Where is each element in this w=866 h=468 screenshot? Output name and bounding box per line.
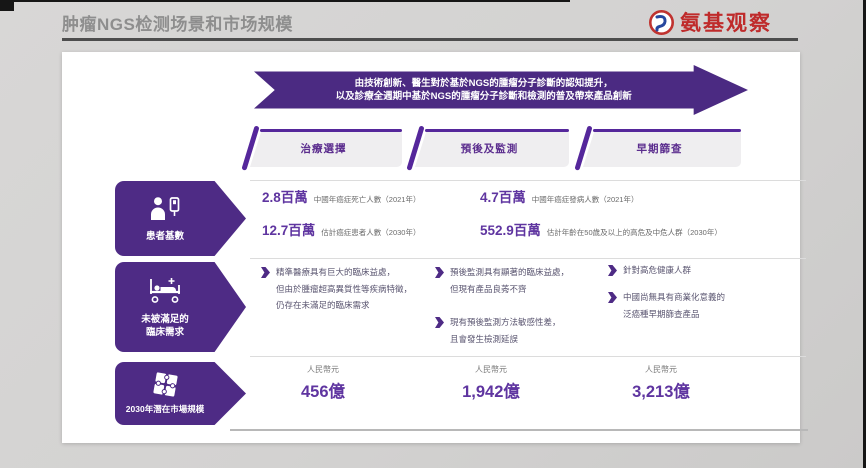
bullet-line: 精準醫療具有巨大的臨床益處， (276, 264, 412, 281)
brand-logo: 氨基观察 (648, 7, 772, 37)
bullet-line: 但現有產品良莠不齊 (450, 281, 569, 298)
bullet-arrow-icon (608, 292, 617, 303)
bullet-line: 泛癌種早期篩查產品 (623, 306, 725, 323)
bullet-high-risk-group: 針對高危健康人群 (608, 262, 778, 279)
stat-caption: 中國年癌症死亡人數（2021年） (314, 194, 421, 205)
row-divider (250, 258, 806, 259)
stat-value: 12.7百萬 (262, 219, 315, 239)
bullet-arrow-icon (608, 265, 617, 276)
currency-label: 人民幣元 (475, 364, 507, 375)
market-value: 3,213億 (632, 378, 690, 402)
stat-cancer-deaths: 2.8百萬 中國年癌症死亡人數（2021年） (262, 186, 420, 206)
row-label-unmet-needs: 未被滿足的 臨床需求 (115, 262, 246, 352)
row-divider (250, 356, 806, 357)
stat-cancer-incidence: 4.7百萬 中國年癌症發病人數（2021年） (480, 186, 638, 206)
tab-prognosis-monitoring: 預後及監測 (410, 129, 569, 167)
banner-line-2: 以及診療全週期中基於NGS的腫瘤分子診斷和檢測的普及帶來產品創新 (336, 90, 632, 103)
bullet-line: 預後監測具有顯著的臨床益處， (450, 264, 569, 281)
title-underline (62, 38, 798, 41)
stat-value: 2.8百萬 (262, 186, 308, 206)
market-value: 456億 (301, 378, 345, 402)
screen-edge-corner (0, 0, 14, 11)
market-value-screening: 人民幣元 3,213億 (596, 364, 726, 402)
row-label-text: 2030年潛在市場規模 (126, 403, 204, 416)
bullet-text: 現有預後監測方法敏感性差， 且會發生檢測延誤 (450, 314, 561, 347)
row-label-market-size: 2030年潛在市場規模 (115, 362, 246, 425)
bullet-arrow-icon (261, 267, 270, 278)
market-value: 1,942億 (462, 378, 520, 402)
bullet-prognosis-benefit: 預後監測具有顯著的臨床益處， 但現有產品良莠不齊 (435, 264, 603, 297)
bullet-line: 針對高危健康人群 (623, 262, 691, 279)
bullet-text: 精準醫療具有巨大的臨床益處， 但由於腫瘤超高異質性等疾病特徵， 仍存在未滿足的臨… (276, 264, 412, 314)
tab-early-screening: 早期篩查 (578, 129, 741, 167)
market-value-prognosis: 人民幣元 1,942億 (426, 364, 556, 402)
slide-card: 由技術創新、醫生對於基於NGS的腫瘤分子診斷的認知提升， 以及診療全週期中基於N… (62, 52, 800, 443)
row-label-text: 患者基數 (146, 230, 184, 243)
page-title: 肿瘤NGS检测场景和市场规模 (62, 10, 293, 35)
bottom-divider (230, 429, 808, 431)
bullet-line: 現有預後監測方法敏感性差， (450, 314, 561, 331)
bullet-arrow-icon (435, 267, 444, 278)
market-value-treatment: 人民幣元 456億 (258, 364, 388, 402)
row-label-line-1: 未被滿足的 (141, 313, 189, 326)
stat-value: 4.7百萬 (480, 186, 526, 206)
screen-edge-top (0, 0, 570, 2)
bullet-no-pancancer-product: 中國尚無具有商業化意義的 泛癌種早期篩查產品 (608, 289, 778, 322)
stat-caption: 估計年齡在50歲及以上的高危及中危人群（2030年） (547, 227, 722, 238)
bullet-line: 中國尚無具有商業化意義的 (623, 289, 725, 306)
stat-caption: 估計癌症患者人數（2030年） (321, 227, 420, 238)
bullet-line: 但由於腫瘤超高異質性等疾病特徵， (276, 281, 412, 298)
bullet-text: 中國尚無具有商業化意義的 泛癌種早期篩查產品 (623, 289, 725, 322)
bullet-monitoring-sensitivity: 現有預後監測方法敏感性差， 且會發生檢測延誤 (435, 314, 603, 347)
row-label-patient-base: 患者基數 (115, 181, 246, 256)
stat-caption: 中國年癌症發病人數（2021年） (532, 194, 639, 205)
bullet-line: 仍存在未滿足的臨床需求 (276, 297, 412, 314)
tab-label: 治療選擇 (245, 129, 402, 167)
banner-arrow: 由技術創新、醫生對於基於NGS的腫瘤分子診斷的認知提升， 以及診療全週期中基於N… (254, 65, 748, 115)
tab-label: 預後及監測 (410, 129, 569, 167)
tab-label: 早期篩查 (578, 129, 741, 167)
bullet-arrow-icon (435, 317, 444, 328)
bullet-treatment-needs: 精準醫療具有巨大的臨床益處， 但由於腫瘤超高異質性等疾病特徵， 仍存在未滿足的臨… (261, 264, 433, 314)
stat-high-risk-population: 552.9百萬 估計年齡在50歲及以上的高危及中危人群（2030年） (480, 219, 722, 239)
brand-logo-text: 氨基观察 (680, 7, 772, 37)
currency-label: 人民幣元 (307, 364, 339, 375)
tab-treatment-selection: 治療選擇 (245, 129, 402, 167)
banner-text: 由技術創新、醫生對於基於NGS的腫瘤分子診斷的認知提升， 以及診療全週期中基於N… (279, 65, 689, 115)
patient-icon (148, 195, 182, 222)
bullet-line: 且會發生檢測延誤 (450, 331, 561, 348)
row-divider (250, 180, 806, 181)
stat-value: 552.9百萬 (480, 219, 541, 239)
row-label-text: 未被滿足的 臨床需求 (141, 313, 189, 339)
banner-line-1: 由技術創新、醫生對於基於NGS的腫瘤分子診斷的認知提升， (355, 77, 613, 90)
hospital-bed-icon (146, 276, 184, 305)
bullet-text: 預後監測具有顯著的臨床益處， 但現有產品良莠不齊 (450, 264, 569, 297)
row-label-line-2: 臨床需求 (141, 326, 189, 339)
bullet-text: 針對高危健康人群 (623, 262, 691, 279)
currency-label: 人民幣元 (645, 364, 677, 375)
puzzle-icon (152, 371, 179, 398)
brand-logo-icon (648, 9, 675, 36)
stat-cancer-patients-2030: 12.7百萬 估計癌症患者人數（2030年） (262, 219, 420, 239)
